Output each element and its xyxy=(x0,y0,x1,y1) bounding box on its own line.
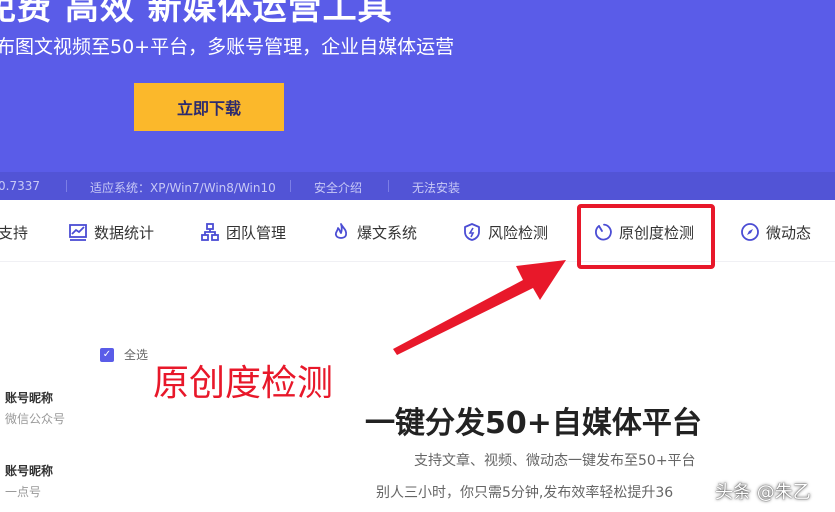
security-link[interactable]: 安全介绍 xyxy=(314,179,362,196)
divider xyxy=(290,180,291,192)
chart-icon xyxy=(69,224,87,241)
cannot-install-link[interactable]: 无法安装 xyxy=(412,179,460,196)
hero-banner: 免费 高效 新媒体运营工具 布图文视频至50+平台，多账号管理，企业自媒体运营 … xyxy=(0,0,835,172)
nav-item-support[interactable]: 支持 xyxy=(0,220,28,244)
download-button[interactable]: 立即下载 xyxy=(134,83,284,131)
version-text: 0.7337 xyxy=(0,179,40,193)
select-all-label: 全选 xyxy=(124,348,149,362)
hero-subtitle: 布图文视频至50+平台，多账号管理，企业自媒体运营 xyxy=(0,36,455,58)
nav-item-label: 数据统计 xyxy=(94,223,155,242)
nav-item-label: 团队管理 xyxy=(226,223,287,242)
info-bar: 0.7337 适应系统：XP/Win7/Win8/Win10 安全介绍 无法安装 xyxy=(0,172,835,200)
account-platform: 微信公众号 xyxy=(5,412,66,426)
main-heading: 一键分发50+自媒体平台 xyxy=(365,406,702,441)
nav-item-label: 支持 xyxy=(0,223,29,242)
flame-icon xyxy=(334,223,348,239)
nav-item-label: 风险检测 xyxy=(488,223,549,242)
nav-item-viral-articles[interactable]: 爆文系统 xyxy=(331,220,417,244)
nav-item-micro-posts[interactable]: 微动态 xyxy=(740,220,811,244)
main-description: 支持文章、视频、微动态一键发布至50+平台 xyxy=(414,453,696,469)
check-icon[interactable]: ✓ xyxy=(100,347,114,362)
hero-title: 免费 高效 新媒体运营工具 xyxy=(0,0,393,28)
compass-icon xyxy=(741,223,759,241)
main-description-secondary: 别人三小时，你只需5分钟,发布效率轻松提升36 xyxy=(376,485,674,501)
watermark: 头条 @朱乙 xyxy=(715,482,811,503)
team-icon xyxy=(201,223,219,241)
account-name: 账号昵称 xyxy=(5,391,54,405)
system-requirements: 适应系统：XP/Win7/Win8/Win10 xyxy=(90,181,276,195)
select-all[interactable]: ✓ 全选 xyxy=(100,346,148,363)
divider xyxy=(388,180,389,192)
nav-item-risk-detection[interactable]: 风险检测 xyxy=(462,220,548,244)
nav-item-label: 微动态 xyxy=(766,223,812,242)
nav-item-label: 爆文系统 xyxy=(357,223,418,242)
account-name: 账号昵称 xyxy=(5,464,54,478)
divider xyxy=(66,180,67,192)
annotation-label: 原创度检测 xyxy=(153,363,334,404)
shield-icon xyxy=(464,223,480,241)
account-platform: 一点号 xyxy=(5,485,42,499)
highlight-box xyxy=(577,204,715,269)
nav-item-data-stats[interactable]: 数据统计 xyxy=(68,220,154,244)
nav-item-team[interactable]: 团队管理 xyxy=(200,220,286,244)
